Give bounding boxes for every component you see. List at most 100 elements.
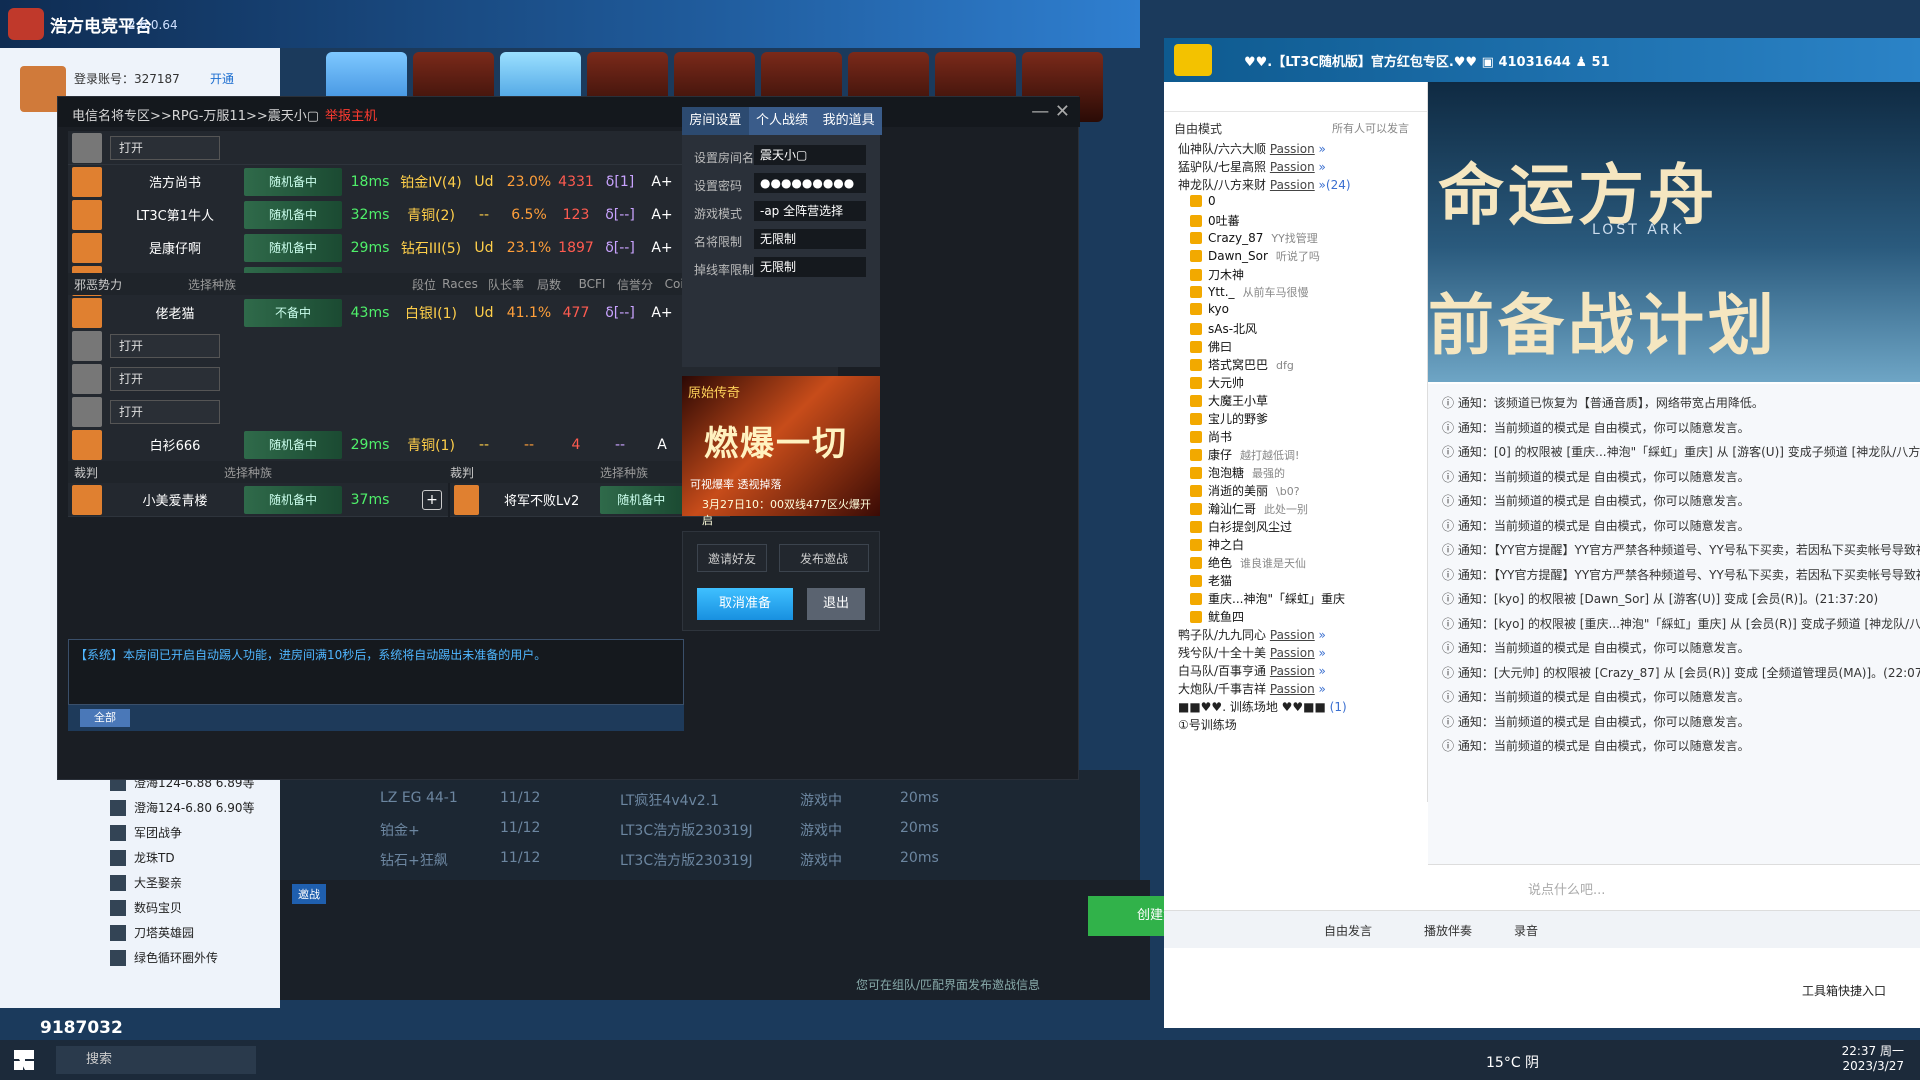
tab-room-settings[interactable]: 房间设置 <box>682 107 749 135</box>
game-list: 澄海124-6.88 6.89等 澄海124-6.80 6.90等 军团战争 龙… <box>110 770 270 970</box>
room-count: 11/12 <box>500 790 541 806</box>
channel-user[interactable]: 0吐蕃 <box>1190 212 1248 229</box>
channel-node[interactable]: 仙神队/六六大顺 Passion » <box>1178 140 1326 157</box>
room-ping: 20ms <box>900 850 939 866</box>
user-role-icon <box>1190 611 1202 623</box>
channel-user[interactable]: Crazy_87 YY找管理 <box>1190 230 1318 246</box>
home-icon[interactable] <box>1174 44 1212 76</box>
free-speak-button[interactable]: 自由发言 <box>1324 922 1372 939</box>
cancel-ready-button[interactable]: 取消准备 <box>697 588 793 620</box>
tab-my-items[interactable]: 我的道具 <box>815 107 883 135</box>
channel-user[interactable]: Dawn_Sor 听说了吗 <box>1190 248 1320 264</box>
race-select[interactable]: 随机备中 <box>244 167 342 196</box>
channel-user[interactable]: Ytt._ 从前车马很慢 <box>1190 284 1309 300</box>
quit-button[interactable]: 退出 <box>807 588 865 620</box>
list-item[interactable]: 数码宝贝 <box>110 895 270 920</box>
windows-start-icon[interactable] <box>14 1050 34 1070</box>
channel-user[interactable]: 瀚汕仁哥 此处一别 <box>1190 500 1308 517</box>
add-button[interactable]: + <box>422 489 442 510</box>
channel-user[interactable]: 大魔王小草 <box>1190 392 1276 409</box>
channel-user[interactable]: 老猫 <box>1190 572 1240 589</box>
accompaniment-button[interactable]: 播放伴奏 <box>1424 922 1472 939</box>
channel-user[interactable]: 宝儿的野爹 <box>1190 410 1276 427</box>
list-item[interactable]: 军团战争 <box>110 820 270 845</box>
room-tabs: 房间设置 个人战绩 我的道具 <box>682 107 883 135</box>
open-link[interactable]: 开通 <box>210 70 234 87</box>
channel-user[interactable]: 0 <box>1190 194 1224 208</box>
room-ping: 20ms <box>900 820 939 836</box>
channel-user[interactable]: 刀木神 <box>1190 266 1252 283</box>
channel-user[interactable]: sAs-北风 <box>1190 320 1265 337</box>
channel-user[interactable]: 尚书 <box>1190 428 1240 445</box>
channel-user[interactable]: 鱿鱼四 <box>1190 608 1252 625</box>
lead-rate: 23.1% <box>506 239 552 256</box>
background-room-list: LZ EG 44-1 11/12 LT疯狂4v4v2.1 游戏中 20ms 铂金… <box>280 770 1140 880</box>
setting-label: 设置密码 <box>694 179 743 193</box>
race-select[interactable]: 随机备中 <box>244 233 342 262</box>
player-name: 白衫666 <box>149 439 201 454</box>
channel-node[interactable]: 白马队/百事亨通 Passion » <box>1178 662 1326 679</box>
list-item[interactable]: 刀塔英雄园 <box>110 920 270 945</box>
channel-user[interactable]: 重庆...神泡"「綵虹」重庆 <box>1190 590 1353 607</box>
room-state: 游戏中 <box>800 823 842 839</box>
channel-user[interactable]: 白衫提剑风尘过 <box>1190 518 1300 535</box>
toolbox-shortcut[interactable]: 工具箱快捷入口 <box>1794 980 1914 1002</box>
game-mode-select[interactable]: -ap 全阵营选择 <box>754 201 866 221</box>
user-role-icon <box>1190 269 1202 281</box>
list-item[interactable]: 绿色循环圈外传 <box>110 945 270 970</box>
race-select[interactable]: 随机备中 <box>244 200 342 229</box>
channel-node[interactable]: 神龙队/八方来财 Passion »(24) <box>1178 176 1351 193</box>
channel-user[interactable]: 康仔 越打越低调! <box>1190 446 1299 463</box>
channel-user[interactable]: 大元帅 <box>1190 374 1252 391</box>
user-role-icon <box>1190 250 1202 262</box>
slot-open-select[interactable]: 打开 <box>110 366 220 391</box>
race-select[interactable]: 随机备中 <box>599 485 683 514</box>
channel-user[interactable]: 泡泡糖 最强的 <box>1190 464 1285 481</box>
room-name-input[interactable]: 震天小▢ <box>754 145 866 165</box>
taskbar-search[interactable]: 搜索 <box>56 1046 256 1074</box>
user-role-icon <box>1190 503 1202 515</box>
channel-user[interactable]: 消逝的美丽 \b0? <box>1190 482 1300 499</box>
chat-input[interactable]: 说点什么吧... <box>1528 879 1605 898</box>
list-item[interactable]: 大圣娶亲 <box>110 870 270 895</box>
invite-tag[interactable]: 邀战 <box>292 884 326 904</box>
invite-friend-button[interactable]: 邀请好友 <box>697 544 767 572</box>
report-host-link[interactable]: 举报主机 <box>325 109 377 124</box>
slot-open-select[interactable]: 打开 <box>110 399 220 424</box>
channel-node[interactable]: 残兮队/十全十美 Passion » <box>1178 644 1326 661</box>
slot-open-select[interactable]: 打开 <box>110 333 220 358</box>
drop-rate-select[interactable]: 无限制 <box>754 257 866 277</box>
notice-message: ⓘ 通知：【YY官方提醒】YY官方严禁各种频道号、YY号私下买卖，若因私下买卖帐… <box>1442 543 1920 557</box>
channel-user[interactable]: 绝色 谁良谁是天仙 <box>1190 554 1306 571</box>
record-button[interactable]: 录音 <box>1514 922 1538 939</box>
list-item[interactable]: 澄海124-6.80 6.90等 <box>110 795 270 820</box>
race-select[interactable]: 随机备中 <box>244 485 342 514</box>
list-item[interactable]: 龙珠TD <box>110 845 270 870</box>
channel-node[interactable]: ①号训练场 <box>1178 716 1237 733</box>
channel-node[interactable]: 鸭子队/九九同心 Passion » <box>1178 626 1326 643</box>
notice-message: ⓘ 通知：当前频道的模式是 自由模式，你可以随意发言。 <box>1442 690 1750 704</box>
credit: A <box>657 436 667 453</box>
channel-user[interactable]: kyo <box>1190 302 1237 316</box>
channel-user[interactable]: 佛曰 <box>1190 338 1240 355</box>
channel-node[interactable]: 猛驴队/七星高照 Passion » <box>1178 158 1326 175</box>
publish-challenge-button[interactable]: 发布邀战 <box>779 544 869 572</box>
yy-ad-banner[interactable]: 命运方舟 LOST ARK 前备战计划 <box>1428 82 1920 382</box>
channel-user[interactable]: 神之白 <box>1190 536 1252 553</box>
general-limit-select[interactable]: 无限制 <box>754 229 866 249</box>
chat-filter[interactable]: 全部 <box>80 709 130 727</box>
tab-personal-record[interactable]: 个人战绩 <box>748 107 816 135</box>
setting-label: 设置房间名 <box>694 151 755 165</box>
close-icon[interactable]: — ✕ <box>1031 101 1070 122</box>
clock: 22:37 周一 2023/3/27 <box>1841 1044 1904 1073</box>
user-role-icon <box>1190 341 1202 353</box>
channel-node[interactable]: ■■♥♥. 训练场地 ♥♥■■ (1) <box>1178 698 1347 715</box>
ad-banner[interactable]: 原始传奇 燃爆一切 可视爆率 透视掉落 3月27日10：00双线477区火爆开启 <box>682 376 880 527</box>
user-role-icon <box>1190 557 1202 569</box>
channel-node[interactable]: 大炮队/千事吉祥 Passion » <box>1178 680 1326 697</box>
channel-user[interactable]: 塔式窝巴巴 dfg <box>1190 356 1294 373</box>
password-input[interactable]: ●●●●●●●●● <box>754 173 866 193</box>
race-select[interactable]: 随机备中 <box>244 430 342 459</box>
race-select[interactable]: 不备中 <box>244 298 342 327</box>
slot-open-select[interactable]: 打开 <box>110 135 220 160</box>
